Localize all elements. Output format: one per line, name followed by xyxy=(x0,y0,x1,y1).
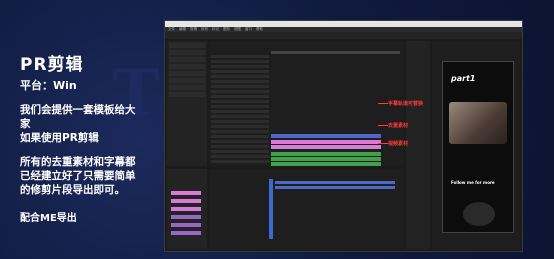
clip-pink-2[interactable] xyxy=(271,145,381,149)
project-item[interactable] xyxy=(171,207,201,211)
preview-title: part1 xyxy=(451,74,476,83)
para2-line1: 所有的去重素材和字幕都 xyxy=(20,156,136,168)
annotation-video: 视频素材 xyxy=(388,141,409,147)
paragraph-materials: 所有的去重素材和字幕都 已经建立好了只需要简单 的修剪片段导出即可。 xyxy=(20,155,160,197)
clip-subtitle[interactable] xyxy=(271,134,381,138)
para1-line1: 我们会提供一套模板给大 xyxy=(20,104,136,116)
video-preview: part1 Follow me for more xyxy=(442,61,514,233)
project-panel[interactable] xyxy=(167,169,207,249)
program-monitor: part1 Follow me for more xyxy=(432,41,520,249)
project-item[interactable] xyxy=(171,231,201,235)
annotation-line xyxy=(378,125,388,126)
timeline-panel[interactable] xyxy=(209,169,404,249)
side-panel[interactable] xyxy=(406,41,430,249)
paragraph-template: 我们会提供一套模板给大 家 如果使用PR剪辑 xyxy=(20,103,160,145)
playhead[interactable] xyxy=(269,179,273,239)
annotation-line xyxy=(378,143,388,144)
annotation-line xyxy=(378,103,388,104)
annotation-dedup: 去重素材 xyxy=(388,123,409,129)
para2-line2: 已经建立好了只需要简单 xyxy=(20,170,136,182)
timeline-ruler[interactable] xyxy=(271,51,400,54)
effects-panel[interactable] xyxy=(167,41,207,166)
clip-green-2[interactable] xyxy=(271,157,381,161)
source-panel xyxy=(209,41,404,166)
workspace-tabs[interactable] xyxy=(165,32,522,39)
clip-pink-1[interactable] xyxy=(271,140,381,144)
para2-line3: 的修剪片段导出即可。 xyxy=(20,184,125,196)
annotation-subtitle: 字幕轨道可替换 xyxy=(388,101,424,107)
clip-green-1[interactable] xyxy=(271,152,381,156)
project-item[interactable] xyxy=(171,191,201,195)
slide-title: PR剪辑 xyxy=(20,55,84,75)
preview-follow-text: Follow me for more xyxy=(451,180,495,185)
clip-lower[interactable] xyxy=(275,181,395,184)
platform-text: 平台：Win xyxy=(20,79,77,92)
clip-lower[interactable] xyxy=(275,186,395,189)
paragraph-export: 配合ME导出 xyxy=(20,213,77,224)
para1-line3: 如果使用PR剪辑 xyxy=(20,132,99,144)
project-item[interactable] xyxy=(171,215,201,219)
project-item[interactable] xyxy=(171,199,201,203)
para1-line2: 家 xyxy=(20,118,31,130)
preview-photo xyxy=(449,102,507,144)
slide-text: PR剪辑 平台：Win 我们会提供一套模板给大 家 如果使用PR剪辑 所有的去重… xyxy=(20,50,160,224)
clip-green-3[interactable] xyxy=(271,162,381,166)
premiere-window: 文件 编辑 剪辑 序列 标记 图形 视图 窗口 帮助 part1 Follow … xyxy=(164,20,523,252)
preview-badge xyxy=(463,202,495,226)
project-item[interactable] xyxy=(171,223,201,227)
